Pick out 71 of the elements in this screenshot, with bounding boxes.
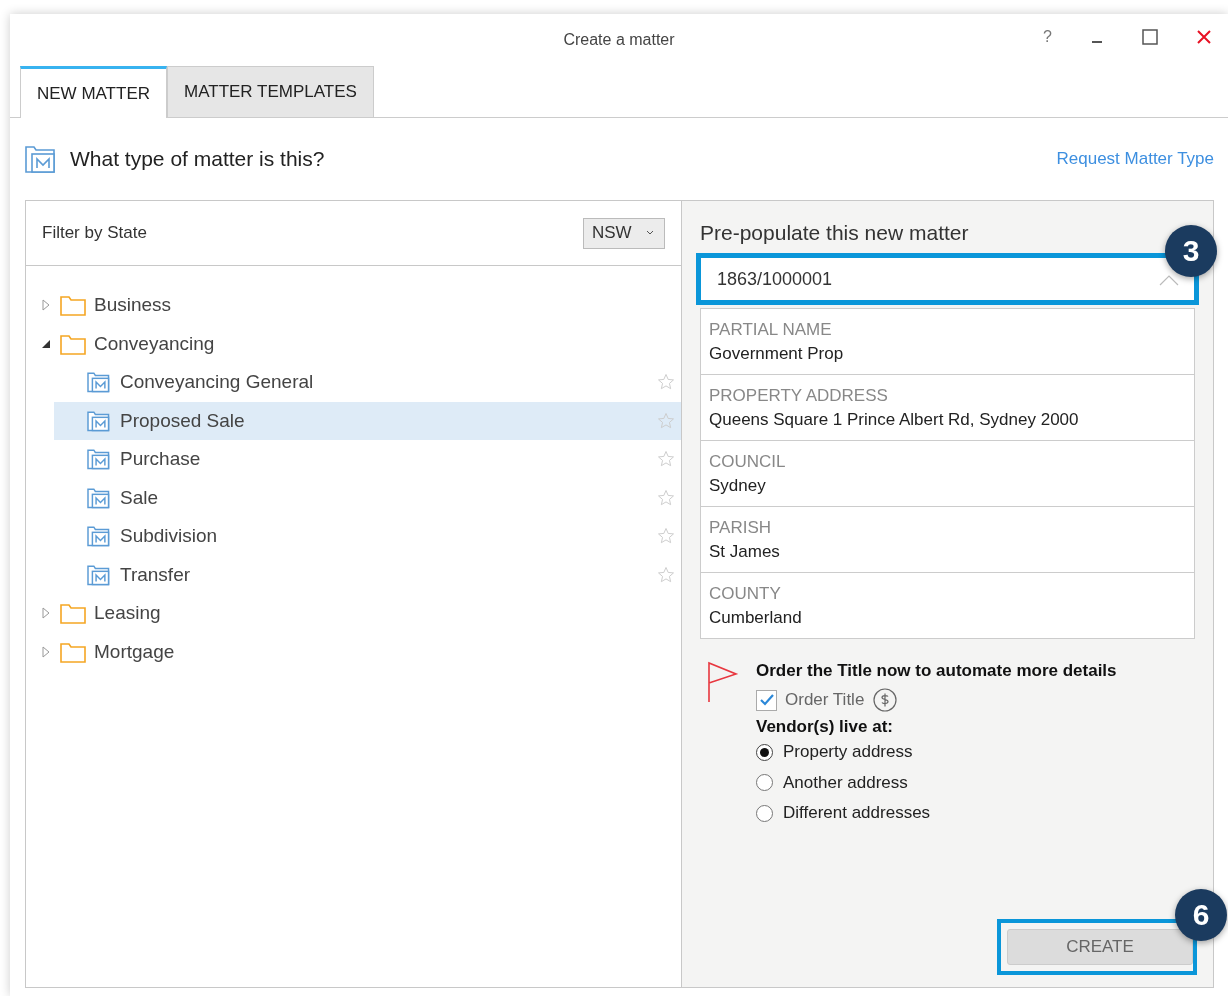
chevron-icon (646, 230, 654, 236)
matter-folder-icon (86, 371, 112, 394)
matter-folder-icon (86, 486, 112, 509)
tree-item-label: Sale (120, 486, 159, 509)
detail-value: St James (709, 541, 781, 562)
callout-badge: 3 (1165, 225, 1217, 277)
tree-item[interactable]: Business (94, 294, 172, 317)
detail-label: PARTIAL NAME (709, 319, 833, 340)
matter-folder-icon (86, 563, 112, 586)
matter-folder-icon (24, 144, 58, 174)
collapsed-arrow-icon[interactable] (40, 645, 52, 658)
tab[interactable]: MATTER TEMPLATES (167, 66, 374, 117)
folder-icon (60, 640, 86, 663)
radio-label: Different addresses (783, 803, 931, 824)
dollar-coin-icon (872, 687, 899, 713)
panel-title: Pre-populate this new matter (700, 221, 970, 245)
detail-label: COUNTY (709, 583, 782, 604)
radio-label: Property address (783, 742, 913, 763)
tab[interactable]: NEW MATTER (20, 66, 167, 118)
detail-value: Government Prop (709, 343, 845, 364)
star-icon[interactable] (657, 373, 675, 392)
vendor-label: Vendor(s) live at: (756, 717, 894, 737)
maximize-icon[interactable] (1142, 29, 1158, 45)
filter-label: Filter by State (42, 223, 147, 243)
tree-item-label: Transfer (120, 563, 191, 586)
matter-folder-icon (86, 409, 112, 432)
detail-value: Cumberland (709, 607, 803, 628)
tree-item[interactable]: Mortgage (94, 640, 175, 663)
window-title: Create a matter (563, 31, 675, 49)
tree-item-label: Purchase (120, 448, 201, 471)
tree-item-label: Subdivision (120, 525, 218, 548)
flag-icon (706, 661, 740, 703)
collapsed-arrow-icon[interactable] (40, 299, 52, 312)
star-icon[interactable] (657, 565, 675, 584)
radio-button[interactable] (756, 804, 773, 822)
order-title-checkbox[interactable] (756, 689, 777, 711)
star-icon[interactable] (657, 411, 675, 430)
tree-item-row[interactable]: Proposed Sale (54, 401, 681, 440)
matter-folder-icon (86, 448, 112, 471)
detail-value: Sydney (709, 475, 767, 496)
radio-button[interactable] (756, 743, 773, 761)
close-icon[interactable] (1196, 29, 1212, 45)
folder-icon (60, 294, 86, 317)
detail-value: Queens Square 1 Prince Albert Rd, Sydney 2000 (709, 409, 1080, 430)
section-heading: What type of matter is this? (70, 147, 325, 171)
order-heading: Order the Title now to automate more details (756, 661, 1117, 681)
state-dropdown[interactable]: NSW (583, 217, 665, 249)
detail-label: PARISH (709, 517, 773, 538)
tree-item-row[interactable]: Sale (54, 478, 681, 517)
folder-icon (60, 332, 86, 355)
detail-label: PROPERTY ADDRESS (709, 385, 889, 406)
tree-item-label: Conveyancing General (120, 371, 314, 394)
checkbox-label: Order Title (785, 690, 865, 710)
detail-label: COUNCIL (709, 451, 787, 472)
star-icon[interactable] (657, 450, 675, 469)
tree-item[interactable]: Conveyancing (94, 332, 215, 355)
collapsed-arrow-icon[interactable] (40, 607, 52, 620)
radio-button[interactable] (756, 774, 773, 792)
folder-icon (60, 602, 86, 625)
star-icon[interactable] (657, 488, 675, 507)
radio-label: Another address (783, 772, 908, 793)
callout-badge: 6 (1175, 889, 1227, 941)
tree-item-row[interactable]: Transfer (54, 555, 681, 594)
matter-folder-icon (86, 525, 112, 548)
star-icon[interactable] (657, 527, 675, 546)
tree-item-label: Proposed Sale (120, 409, 245, 432)
tree-item[interactable]: Leasing (94, 602, 161, 625)
tree-item-row[interactable]: Conveyancing General (54, 363, 681, 402)
tree-item-row[interactable]: Subdivision (54, 517, 681, 556)
tree-item-row[interactable]: Purchase (54, 440, 681, 479)
help-button[interactable]: ? (1043, 28, 1052, 46)
